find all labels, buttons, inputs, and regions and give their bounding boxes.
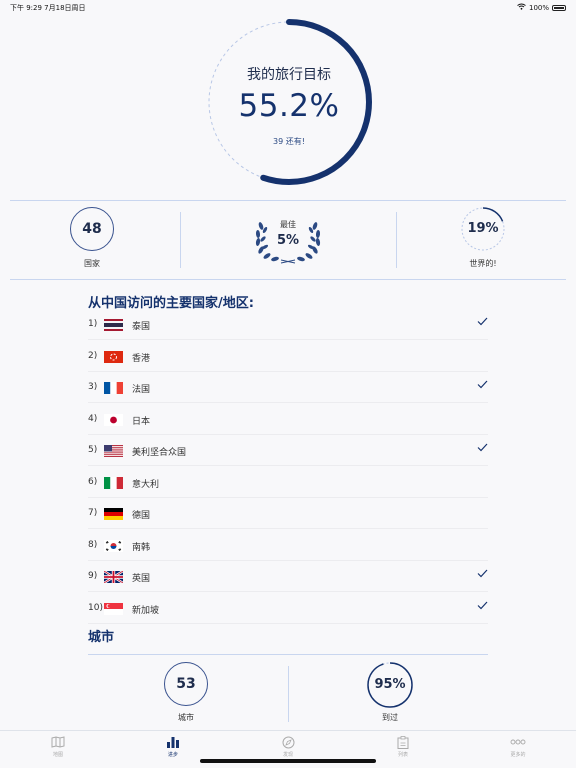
checkmark-icon (477, 567, 488, 582)
flag-hong-kong-icon (104, 350, 123, 363)
map-icon (28, 735, 88, 749)
countries-label: 国家 (84, 259, 100, 268)
home-indicator (200, 759, 376, 763)
wifi-icon (517, 3, 526, 12)
bar-chart-icon (143, 735, 203, 749)
best-label: 最佳 (280, 220, 296, 229)
travel-goal-ring[interactable]: 我的旅行目标 55.2% 39 还有! (203, 14, 375, 190)
compass-icon (258, 735, 318, 749)
status-bar: 下午 9:29 7月18日周日 100% (0, 0, 576, 14)
country-rank: 9) (88, 571, 98, 581)
country-rank: 7) (88, 508, 98, 518)
checkmark-icon (477, 599, 488, 614)
country-row[interactable]: 10) 新加坡 (88, 593, 488, 624)
country-name: 美利坚合众国 (132, 448, 187, 458)
goal-title: 我的旅行目标 (247, 67, 331, 83)
goal-percent: 55.2% (238, 88, 340, 124)
flag-south-korea-icon (104, 539, 123, 552)
divider (10, 200, 566, 201)
world-percent-ring[interactable]: 19% (461, 207, 505, 251)
country-name: 泰国 (132, 322, 151, 332)
visited-percent-ring[interactable]: 95% (367, 662, 413, 708)
country-row[interactable]: 3) 法国 (88, 372, 488, 403)
divider (88, 654, 488, 655)
country-row[interactable]: 5) 美利坚合众国 (88, 435, 488, 466)
tab-label: 进步 (167, 752, 178, 758)
country-rank: 4) (88, 413, 98, 424)
flag-thailand-icon (104, 319, 123, 331)
country-row[interactable]: 2) 香港 (88, 341, 488, 372)
tab-label: 更多的 (510, 752, 526, 758)
country-rank: 2) (88, 350, 98, 361)
flag-italy-icon (104, 476, 123, 489)
country-row[interactable]: 4) 日本 (88, 404, 488, 435)
country-row[interactable]: 6) 意大利 (88, 467, 488, 498)
country-name: 香港 (132, 353, 151, 364)
more-icon (488, 735, 548, 749)
checkmark-icon (477, 378, 488, 393)
country-rank: 6) (88, 476, 98, 487)
goal-remaining: 39 还有! (273, 137, 305, 146)
country-name: 法国 (132, 385, 151, 395)
country-rank: 10) (88, 602, 103, 613)
countries-count[interactable]: 48 (70, 207, 114, 251)
tab-label: 发现 (282, 752, 293, 758)
country-name: 意大利 (132, 479, 160, 490)
country-name: 英国 (132, 574, 151, 584)
flag-uk-icon (104, 571, 123, 583)
tab-discover[interactable]: 发现 (258, 735, 318, 758)
country-rank: 1) (88, 319, 98, 329)
world-label: 世界的! (469, 259, 497, 268)
country-rank: 3) (88, 382, 98, 392)
divider (10, 279, 566, 280)
tab-map[interactable]: 地图 (28, 735, 88, 758)
country-rank: 8) (88, 539, 98, 550)
tab-more[interactable]: 更多的 (488, 735, 548, 758)
best-value: 5% (276, 233, 300, 248)
country-row[interactable]: 8) 南韩 (88, 530, 488, 561)
cities-section-title: 城市 (88, 630, 115, 645)
country-row[interactable]: 9) 英国 (88, 561, 488, 592)
country-name: 德国 (132, 511, 151, 521)
flag-usa-icon (104, 445, 123, 457)
country-row[interactable]: 7) 德国 (88, 498, 488, 529)
battery-icon (552, 4, 566, 11)
country-name: 新加坡 (132, 605, 160, 616)
flag-japan-icon (104, 413, 123, 426)
country-name: 日本 (132, 416, 151, 427)
tab-label: 列表 (397, 752, 408, 758)
checkmark-icon (477, 441, 488, 456)
world-percent: 19% (467, 221, 499, 236)
flag-germany-icon (104, 508, 123, 520)
visited-label: 到过 (382, 713, 398, 722)
divider (180, 212, 181, 268)
country-name: 南韩 (132, 542, 151, 553)
tab-label: 地图 (52, 752, 63, 758)
country-row[interactable]: 1) 泰国 (88, 309, 488, 340)
visited-percent: 95% (374, 677, 406, 692)
battery-percent: 100% (528, 3, 549, 12)
flag-singapore-icon (104, 602, 123, 615)
cities-label: 城市 (178, 713, 194, 722)
checkmark-icon (477, 315, 488, 330)
flag-france-icon (104, 382, 123, 394)
clipboard-icon (373, 735, 433, 749)
cities-count[interactable]: 53 (164, 662, 208, 706)
country-rank: 5) (88, 445, 98, 455)
divider (396, 212, 397, 268)
status-time-date: 下午 9:29 7月18日周日 (10, 4, 86, 12)
divider (288, 666, 289, 722)
tab-progress[interactable]: 进步 (143, 735, 203, 758)
tab-list[interactable]: 列表 (373, 735, 433, 758)
